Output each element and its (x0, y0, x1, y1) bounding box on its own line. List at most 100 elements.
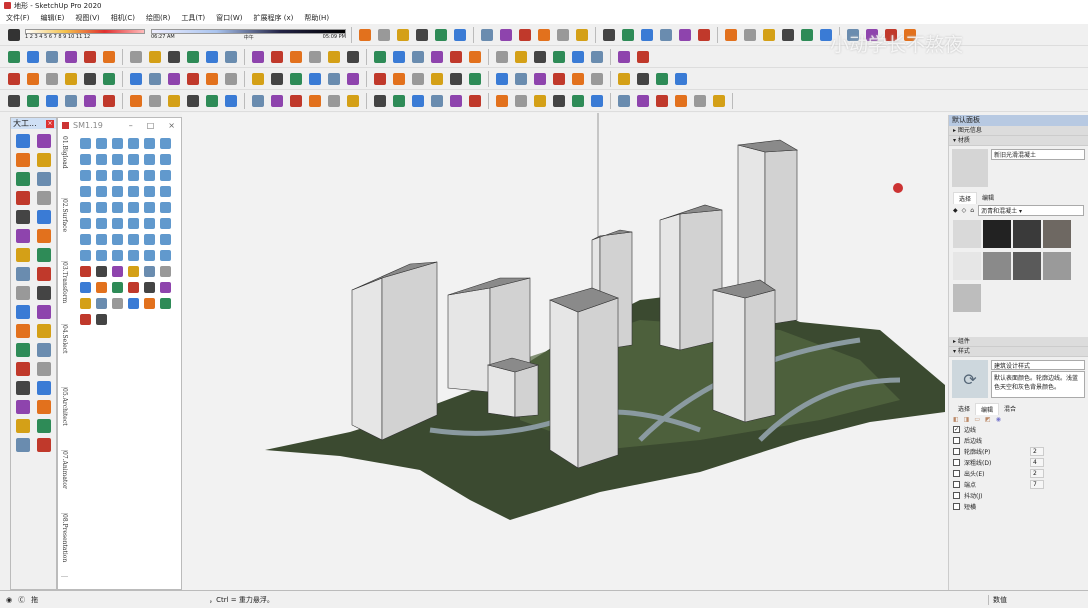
toolbar-button[interactable] (345, 49, 361, 65)
toolbar-button[interactable] (799, 27, 815, 43)
tool-icon[interactable] (128, 250, 139, 261)
building-face[interactable] (712, 289, 746, 423)
toolbar-button[interactable] (185, 93, 201, 109)
toolbar-button[interactable] (250, 71, 266, 87)
toolbar-button[interactable] (82, 93, 98, 109)
tool-icon[interactable] (160, 298, 171, 309)
toolbar-button[interactable] (288, 49, 304, 65)
toolbar-button[interactable] (391, 93, 407, 109)
toolbar-button[interactable] (250, 93, 266, 109)
geolocation-icon[interactable]: ◉ (6, 596, 12, 604)
tool-icon[interactable] (37, 267, 51, 281)
tool-icon[interactable] (96, 138, 107, 149)
toolbar-button[interactable] (551, 93, 567, 109)
option-value-field[interactable]: 4 (1030, 458, 1044, 467)
tool-icon[interactable] (96, 154, 107, 165)
tool-icon[interactable] (37, 438, 51, 452)
building-face[interactable] (351, 277, 383, 441)
tool-icon[interactable] (80, 218, 91, 229)
toolbar-button[interactable] (63, 93, 79, 109)
building-face[interactable] (381, 261, 438, 441)
toolbar-button[interactable] (269, 93, 285, 109)
toolbar-button[interactable] (673, 71, 689, 87)
tool-icon[interactable] (128, 202, 139, 213)
checkbox[interactable] (953, 437, 960, 444)
style-description-field[interactable]: 默认表面颜色。轮廓边线。浅蓝色天空和灰色背景颜色。 (991, 371, 1085, 398)
tool-icon[interactable] (112, 138, 123, 149)
material-swatch[interactable] (1043, 252, 1071, 280)
toolbar-button[interactable] (780, 27, 796, 43)
tool-icon[interactable] (112, 266, 123, 277)
toolbar-button[interactable] (723, 27, 739, 43)
option-value-field[interactable]: 7 (1030, 480, 1044, 489)
tool-icon[interactable] (37, 248, 51, 262)
toolbar-button[interactable] (147, 49, 163, 65)
toolbar-button[interactable] (326, 93, 342, 109)
toolbar-button[interactable] (82, 49, 98, 65)
entity-info-section[interactable]: ▸ 图元信息 (949, 126, 1088, 136)
toolbar-button[interactable] (620, 27, 636, 43)
menu-camera[interactable]: 相机(C) (111, 13, 135, 23)
tool-icon[interactable] (16, 248, 30, 262)
tab-select[interactable]: 选择 (953, 403, 975, 415)
tool-icon[interactable] (144, 250, 155, 261)
toolbar-button[interactable] (101, 49, 117, 65)
toolbar-button[interactable] (63, 71, 79, 87)
toolbar-button[interactable] (658, 27, 674, 43)
toolbar-button[interactable] (372, 71, 388, 87)
tool-icon[interactable] (37, 305, 51, 319)
material-swatch[interactable] (953, 252, 981, 280)
menu-file[interactable]: 文件(F) (6, 13, 30, 23)
toolbar-button[interactable] (448, 71, 464, 87)
toolbar-button[interactable] (410, 71, 426, 87)
toolbar-button[interactable] (326, 49, 342, 65)
style-name-field[interactable]: 建筑设计样式 (991, 360, 1085, 370)
toolbar-button[interactable] (467, 49, 483, 65)
tool-icon[interactable] (128, 218, 139, 229)
toolbar-button[interactable] (532, 49, 548, 65)
tool-icon[interactable] (80, 186, 91, 197)
toolbar-button[interactable] (589, 93, 605, 109)
tool-icon[interactable] (80, 154, 91, 165)
minimize-icon[interactable]: – (129, 121, 133, 130)
toolbar-button[interactable] (570, 93, 586, 109)
tool-icon[interactable] (80, 314, 91, 325)
toolbar-button[interactable] (147, 93, 163, 109)
tool-icon[interactable] (144, 234, 155, 245)
tool-icon[interactable] (96, 314, 107, 325)
tool-icon[interactable] (144, 282, 155, 293)
tool-icon[interactable] (128, 186, 139, 197)
toolbar-button[interactable] (448, 49, 464, 65)
tool-icon[interactable] (160, 202, 171, 213)
toolbar-button[interactable] (448, 93, 464, 109)
toolbar-button[interactable] (513, 49, 529, 65)
option-value-field[interactable]: 2 (1030, 469, 1044, 478)
tool-icon[interactable] (96, 250, 107, 261)
tool-icon[interactable] (112, 218, 123, 229)
tool-icon[interactable] (80, 202, 91, 213)
tool-icon[interactable] (160, 186, 171, 197)
toolbar-button[interactable] (25, 49, 41, 65)
toolbar-button[interactable] (63, 49, 79, 65)
style-thumbnail-icon[interactable]: ⟳ (952, 360, 988, 398)
toolbar-button[interactable] (452, 27, 468, 43)
tool-icon[interactable] (144, 298, 155, 309)
tool-icon[interactable] (37, 134, 51, 148)
toolbar-button[interactable] (532, 93, 548, 109)
toolbar-button[interactable] (376, 27, 392, 43)
building-face[interactable] (744, 289, 776, 423)
tool-icon[interactable] (112, 154, 123, 165)
checkbox[interactable] (953, 481, 960, 488)
toolbar-button[interactable] (677, 27, 693, 43)
tool-icon[interactable] (160, 234, 171, 245)
toolbar-button[interactable] (288, 93, 304, 109)
tool-icon[interactable] (37, 153, 51, 167)
tool-icon[interactable] (37, 324, 51, 338)
toolbar-button[interactable] (532, 71, 548, 87)
toolbar-button[interactable] (494, 93, 510, 109)
toolbar-button[interactable] (44, 93, 60, 109)
toolbar-button[interactable] (395, 27, 411, 43)
shadow-toggle-button[interactable] (6, 27, 22, 43)
tool-icon[interactable] (128, 170, 139, 181)
tool-icon[interactable] (160, 154, 171, 165)
